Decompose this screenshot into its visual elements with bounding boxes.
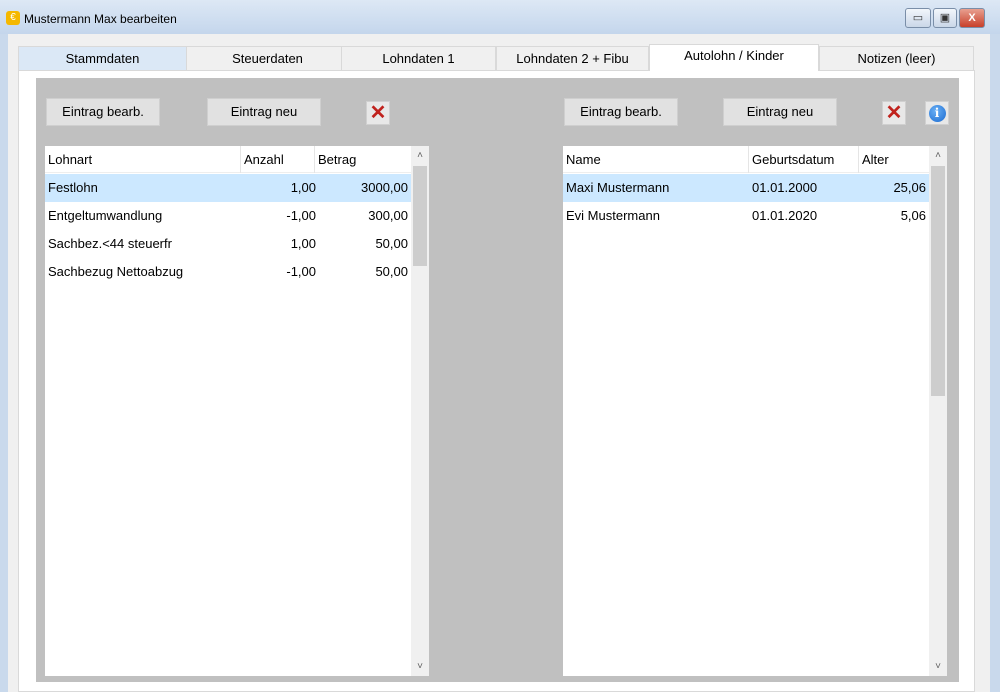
scroll-thumb[interactable] [413, 166, 427, 266]
tab-panel: Eintrag bearb. Eintrag neu ✕ Eintrag bea… [18, 70, 975, 692]
cell-geburtsdatum: 01.01.2000 [752, 180, 818, 195]
tab-stammdaten[interactable]: Stammdaten [18, 46, 187, 70]
cell-lohnart: Sachbez.<44 steuerfr [48, 236, 172, 251]
cell-lohnart: Entgeltumwandlung [48, 208, 163, 223]
cell-geburtsdatum: 01.01.2020 [752, 208, 818, 223]
scroll-up-arrow[interactable]: ˄ [411, 150, 429, 161]
tab-notizen[interactable]: Notizen (leer) [819, 46, 974, 70]
scroll-up-arrow[interactable]: ˄ [929, 150, 947, 161]
title-bar: € Mustermann Max bearbeiten ▭ ▣ X [0, 0, 1000, 34]
window-title: Mustermann Max bearbeiten [24, 12, 177, 26]
list-header: Lohnart Anzahl Betrag [45, 146, 411, 173]
cell-betrag: 3000,00 [361, 180, 408, 195]
close-button[interactable]: X [959, 8, 985, 28]
lohnart-list[interactable]: Lohnart Anzahl Betrag Festlohn 1,00 3000,0… [45, 146, 429, 676]
cell-anzahl: -1,00 [286, 208, 316, 223]
list-row[interactable]: Sachbez.<44 steuerfr 1,00 50,00 [45, 230, 411, 258]
list-header: Name Geburtsdatum Alter [563, 146, 929, 173]
left-scrollbar[interactable]: ˄ ˅ [411, 146, 429, 676]
scroll-down-arrow[interactable]: ˅ [411, 661, 429, 672]
info-icon: i [928, 105, 946, 122]
window-client: Stammdaten Steuerdaten Lohndaten 1 Lohnd… [8, 34, 990, 692]
list-row[interactable]: Evi Mustermann 01.01.2020 5,06 [563, 202, 929, 230]
maximize-button[interactable]: ▣ [933, 8, 957, 28]
left-edit-button[interactable]: Eintrag bearb. [46, 98, 160, 126]
cell-anzahl: -1,00 [286, 264, 316, 279]
cell-betrag: 50,00 [375, 264, 408, 279]
delete-icon: ✕ [885, 102, 903, 124]
cell-name: Evi Mustermann [566, 208, 660, 223]
cell-lohnart: Sachbezug Nettoabzug [48, 264, 184, 279]
left-delete-button[interactable]: ✕ [366, 101, 390, 125]
tab-lohndaten-1[interactable]: Lohndaten 1 [341, 46, 496, 70]
column-header-anzahl[interactable]: Anzahl [241, 146, 315, 173]
cell-anzahl: 1,00 [290, 180, 316, 195]
scroll-down-arrow[interactable]: ˅ [929, 661, 947, 672]
right-new-button[interactable]: Eintrag neu [723, 98, 837, 126]
tab-autolohn-kinder[interactable]: Autolohn / Kinder [649, 44, 819, 71]
column-header-betrag[interactable]: Betrag [315, 146, 411, 173]
list-row[interactable]: Maxi Mustermann 01.01.2000 25,06 [563, 174, 929, 202]
cell-betrag: 300,00 [368, 208, 408, 223]
cell-anzahl: 1,00 [290, 236, 316, 251]
list-row[interactable]: Entgeltumwandlung -1,00 300,00 [45, 202, 411, 230]
cell-lohnart: Festlohn [48, 180, 98, 195]
kinder-list[interactable]: Name Geburtsdatum Alter Maxi Mustermann 0… [563, 146, 947, 676]
minimize-button[interactable]: ▭ [905, 8, 931, 28]
content-area: Eintrag bearb. Eintrag neu ✕ Eintrag bea… [36, 78, 959, 682]
column-header-lohnart[interactable]: Lohnart [45, 146, 241, 173]
right-edit-button[interactable]: Eintrag bearb. [564, 98, 678, 126]
app-icon: € [6, 11, 20, 25]
column-header-name[interactable]: Name [563, 146, 749, 173]
cell-alter: 25,06 [893, 180, 926, 195]
delete-icon: ✕ [369, 102, 387, 124]
cell-alter: 5,06 [900, 208, 926, 223]
cell-betrag: 50,00 [375, 236, 408, 251]
info-button[interactable]: i [925, 101, 949, 125]
list-row[interactable]: Sachbezug Nettoabzug -1,00 50,00 [45, 258, 411, 286]
cell-name: Maxi Mustermann [566, 180, 670, 195]
column-header-geburtsdatum[interactable]: Geburtsdatum [749, 146, 859, 173]
tab-lohndaten-2-fibu[interactable]: Lohndaten 2 + Fibu [496, 46, 649, 70]
right-delete-button[interactable]: ✕ [882, 101, 906, 125]
list-row[interactable]: Festlohn 1,00 3000,00 [45, 174, 411, 202]
scroll-thumb[interactable] [931, 166, 945, 396]
column-header-alter[interactable]: Alter [859, 146, 929, 173]
right-scrollbar[interactable]: ˄ ˅ [929, 146, 947, 676]
left-new-button[interactable]: Eintrag neu [207, 98, 321, 126]
tab-steuerdaten[interactable]: Steuerdaten [186, 46, 349, 70]
